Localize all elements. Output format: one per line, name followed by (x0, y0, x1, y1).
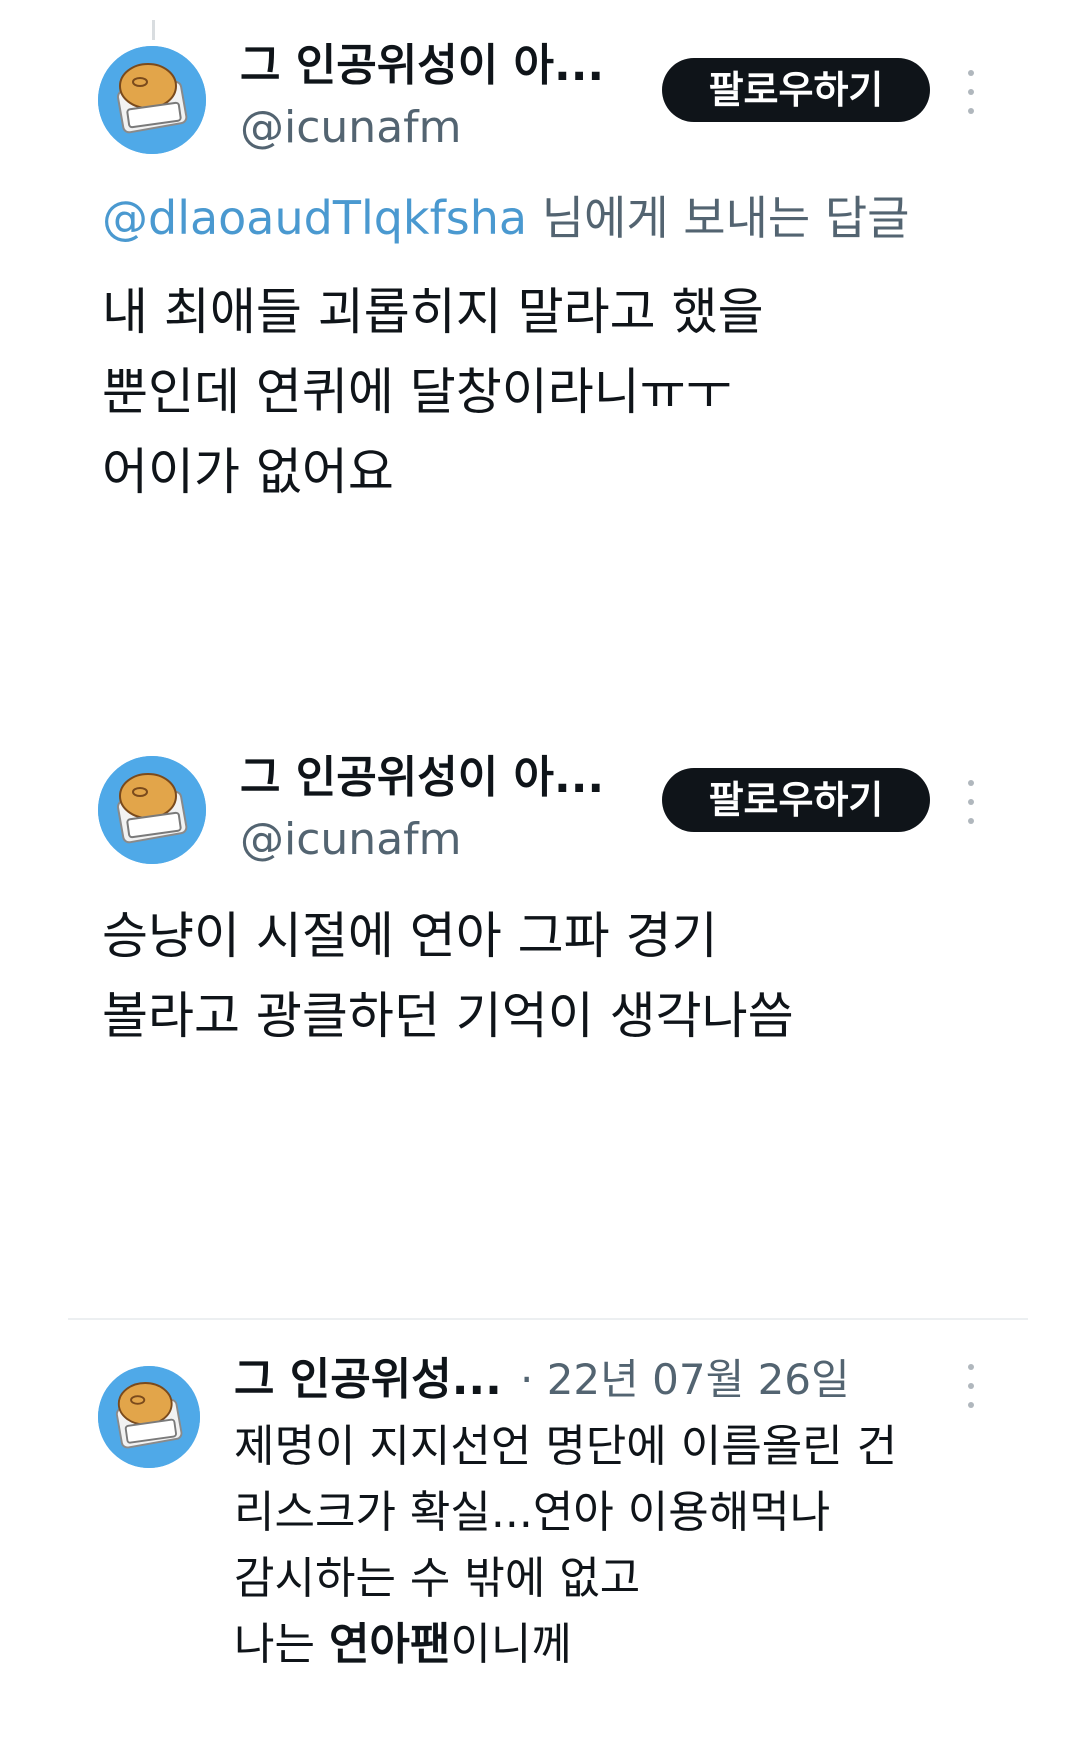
tweet-text: 제명이 지지선언 명단에 이름올린 건 리스크가 확실...연아 이용해먹나 감… (234, 1414, 897, 1678)
screenshot-page: 그 인공위성이 아... @icunafm 팔로우하기 @dlaoaudTlqk… (0, 0, 1080, 1759)
follow-button[interactable]: 팔로우하기 (662, 58, 930, 122)
display-name[interactable]: 그 인공위성... (234, 1354, 502, 1406)
tweet-line: 감시하는 수 밖에 없고 (234, 1553, 641, 1604)
reply-suffix: 님에게 보내는 답글 (527, 191, 910, 245)
tweet-line: 내 최애들 괴롭히지 말라고 했을 (102, 283, 764, 341)
tweet-2[interactable]: 그 인공위성이 아... @icunafm 팔로우하기 승냥이 시절에 연아 그… (0, 700, 1080, 1100)
tweet-line: 어이가 없어요 (102, 443, 394, 501)
tweet-line: 리스크가 확실...연아 이용해먹나 (234, 1487, 831, 1538)
tweet-line-last: 나는 연아팬이니께 (234, 1612, 897, 1678)
display-name[interactable]: 그 인공위성이 아... (240, 752, 604, 804)
sandwich-avatar-icon (98, 756, 206, 864)
tweet-text: 승냥이 시절에 연아 그파 경기 볼라고 광클하던 기억이 생각나씀 (102, 896, 794, 1056)
profile-avatar[interactable] (98, 46, 206, 154)
more-vertical-icon[interactable] (964, 1364, 978, 1408)
highlighted-word: 연아팬 (328, 1619, 451, 1670)
tweet-line: 볼라고 광클하던 기억이 생각나씀 (102, 987, 794, 1045)
tweet-line: 제명이 지지선언 명단에 이름올린 건 (234, 1421, 898, 1472)
tweet-1[interactable]: 그 인공위성이 아... @icunafm 팔로우하기 @dlaoaudTlqk… (0, 0, 1080, 560)
sandwich-avatar-icon (98, 1366, 200, 1468)
tweet-line: 뿐인데 연퀴에 달창이라니ㅠㅜ (102, 363, 732, 421)
tweet-text: 내 최애들 괴롭히지 말라고 했을 뿐인데 연퀴에 달창이라니ㅠㅜ 어이가 없어… (102, 272, 764, 512)
profile-avatar[interactable] (98, 1366, 200, 1468)
tweet-line: 승냥이 시절에 연아 그파 경기 (102, 907, 718, 965)
more-vertical-icon[interactable] (964, 70, 978, 114)
user-handle[interactable]: @icunafm (240, 814, 462, 866)
display-name[interactable]: 그 인공위성이 아... (240, 40, 604, 92)
tweet-line-prefix: 나는 (234, 1619, 329, 1670)
profile-avatar[interactable] (98, 756, 206, 864)
sandwich-avatar-icon (98, 46, 206, 154)
tweet-date[interactable]: · 22년 07월 26일 (520, 1354, 850, 1406)
user-handle[interactable]: @icunafm (240, 102, 462, 154)
follow-button[interactable]: 팔로우하기 (662, 768, 930, 832)
tweet-3[interactable]: 그 인공위성... · 22년 07월 26일 제명이 지지선언 명단에 이름올… (0, 1320, 1080, 1759)
more-vertical-icon[interactable] (964, 780, 978, 824)
reply-context: @dlaoaudTlqkfsha 님에게 보내는 답글 (102, 190, 910, 246)
tweet-line-suffix: 이니께 (450, 1619, 572, 1670)
reply-mention-link[interactable]: @dlaoaudTlqkfsha (102, 191, 527, 245)
